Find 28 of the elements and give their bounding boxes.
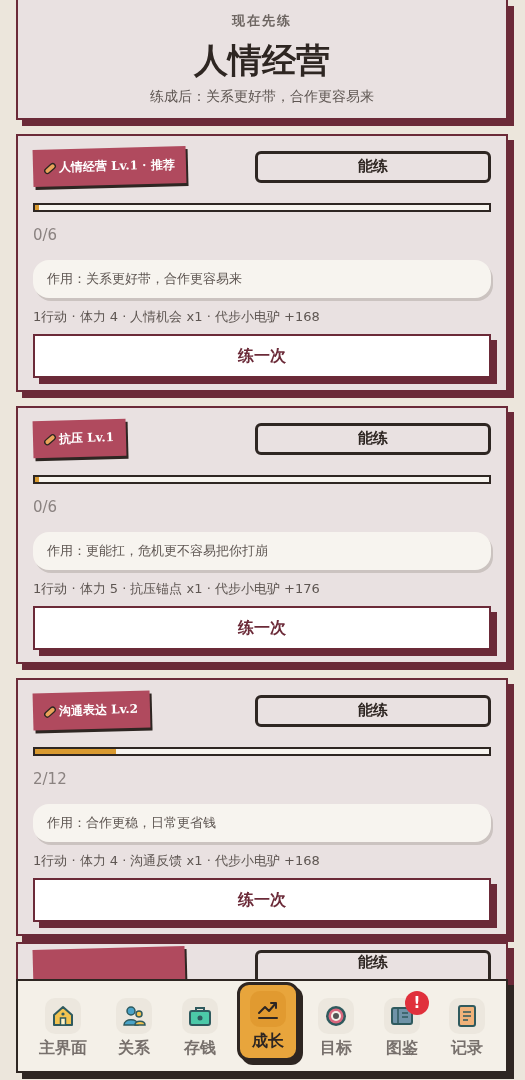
effect-text: 作用：关系更好带，合作更容易来 — [33, 260, 491, 298]
status-badge: 能练 — [255, 694, 491, 727]
tag-label: 抗压 Lv.1 — [58, 429, 115, 448]
status-badge: 能练 — [255, 422, 491, 455]
tag-label: 沟通表达 Lv.2 — [58, 700, 139, 720]
progress-count: 0/6 — [33, 498, 59, 516]
subtitle-text: 练成后：关系更好带，合作更容易来 — [149, 88, 375, 106]
progress-count: 2/12 — [33, 770, 68, 788]
effect-text: 作用：合作更稳，日常更省钱 — [33, 804, 491, 842]
cost-text: 1行动 · 体力 4 · 沟通反馈 x1 · 代步小电驴 +168 — [33, 852, 321, 870]
nav-tab[interactable]: 存钱 — [171, 989, 228, 1063]
nav-tab[interactable]: ! 图鉴 — [373, 989, 430, 1063]
progress-count: 0/6 — [33, 226, 59, 244]
nav-tab[interactable]: 主界面 — [28, 989, 97, 1063]
house-icon — [50, 1003, 75, 1028]
effect-text: 作用：更能扛，危机更不容易把你打崩 — [33, 532, 491, 570]
tag-label: 人情经营 Lv.1 · 推荐 — [58, 156, 175, 177]
skill-title: 人情经营 — [193, 39, 331, 82]
status-badge: 能练 — [255, 150, 491, 183]
target-icon — [324, 1003, 349, 1028]
people-icon — [122, 1003, 147, 1028]
nav-tab[interactable]: 关系 — [106, 989, 163, 1063]
cost-text: 1行动 · 体力 5 · 抗压锚点 x1 · 代步小电驴 +176 — [33, 580, 321, 598]
nav-tab[interactable]: 目标 — [308, 989, 365, 1063]
eyebrow-label: 现在先练 — [230, 12, 293, 30]
nav-tab[interactable]: 记录 — [439, 989, 496, 1063]
cost-text: 1行动 · 体力 4 · 人情机会 x1 · 代步小电驴 +168 — [33, 308, 321, 326]
alert-badge: ! — [404, 990, 429, 1015]
